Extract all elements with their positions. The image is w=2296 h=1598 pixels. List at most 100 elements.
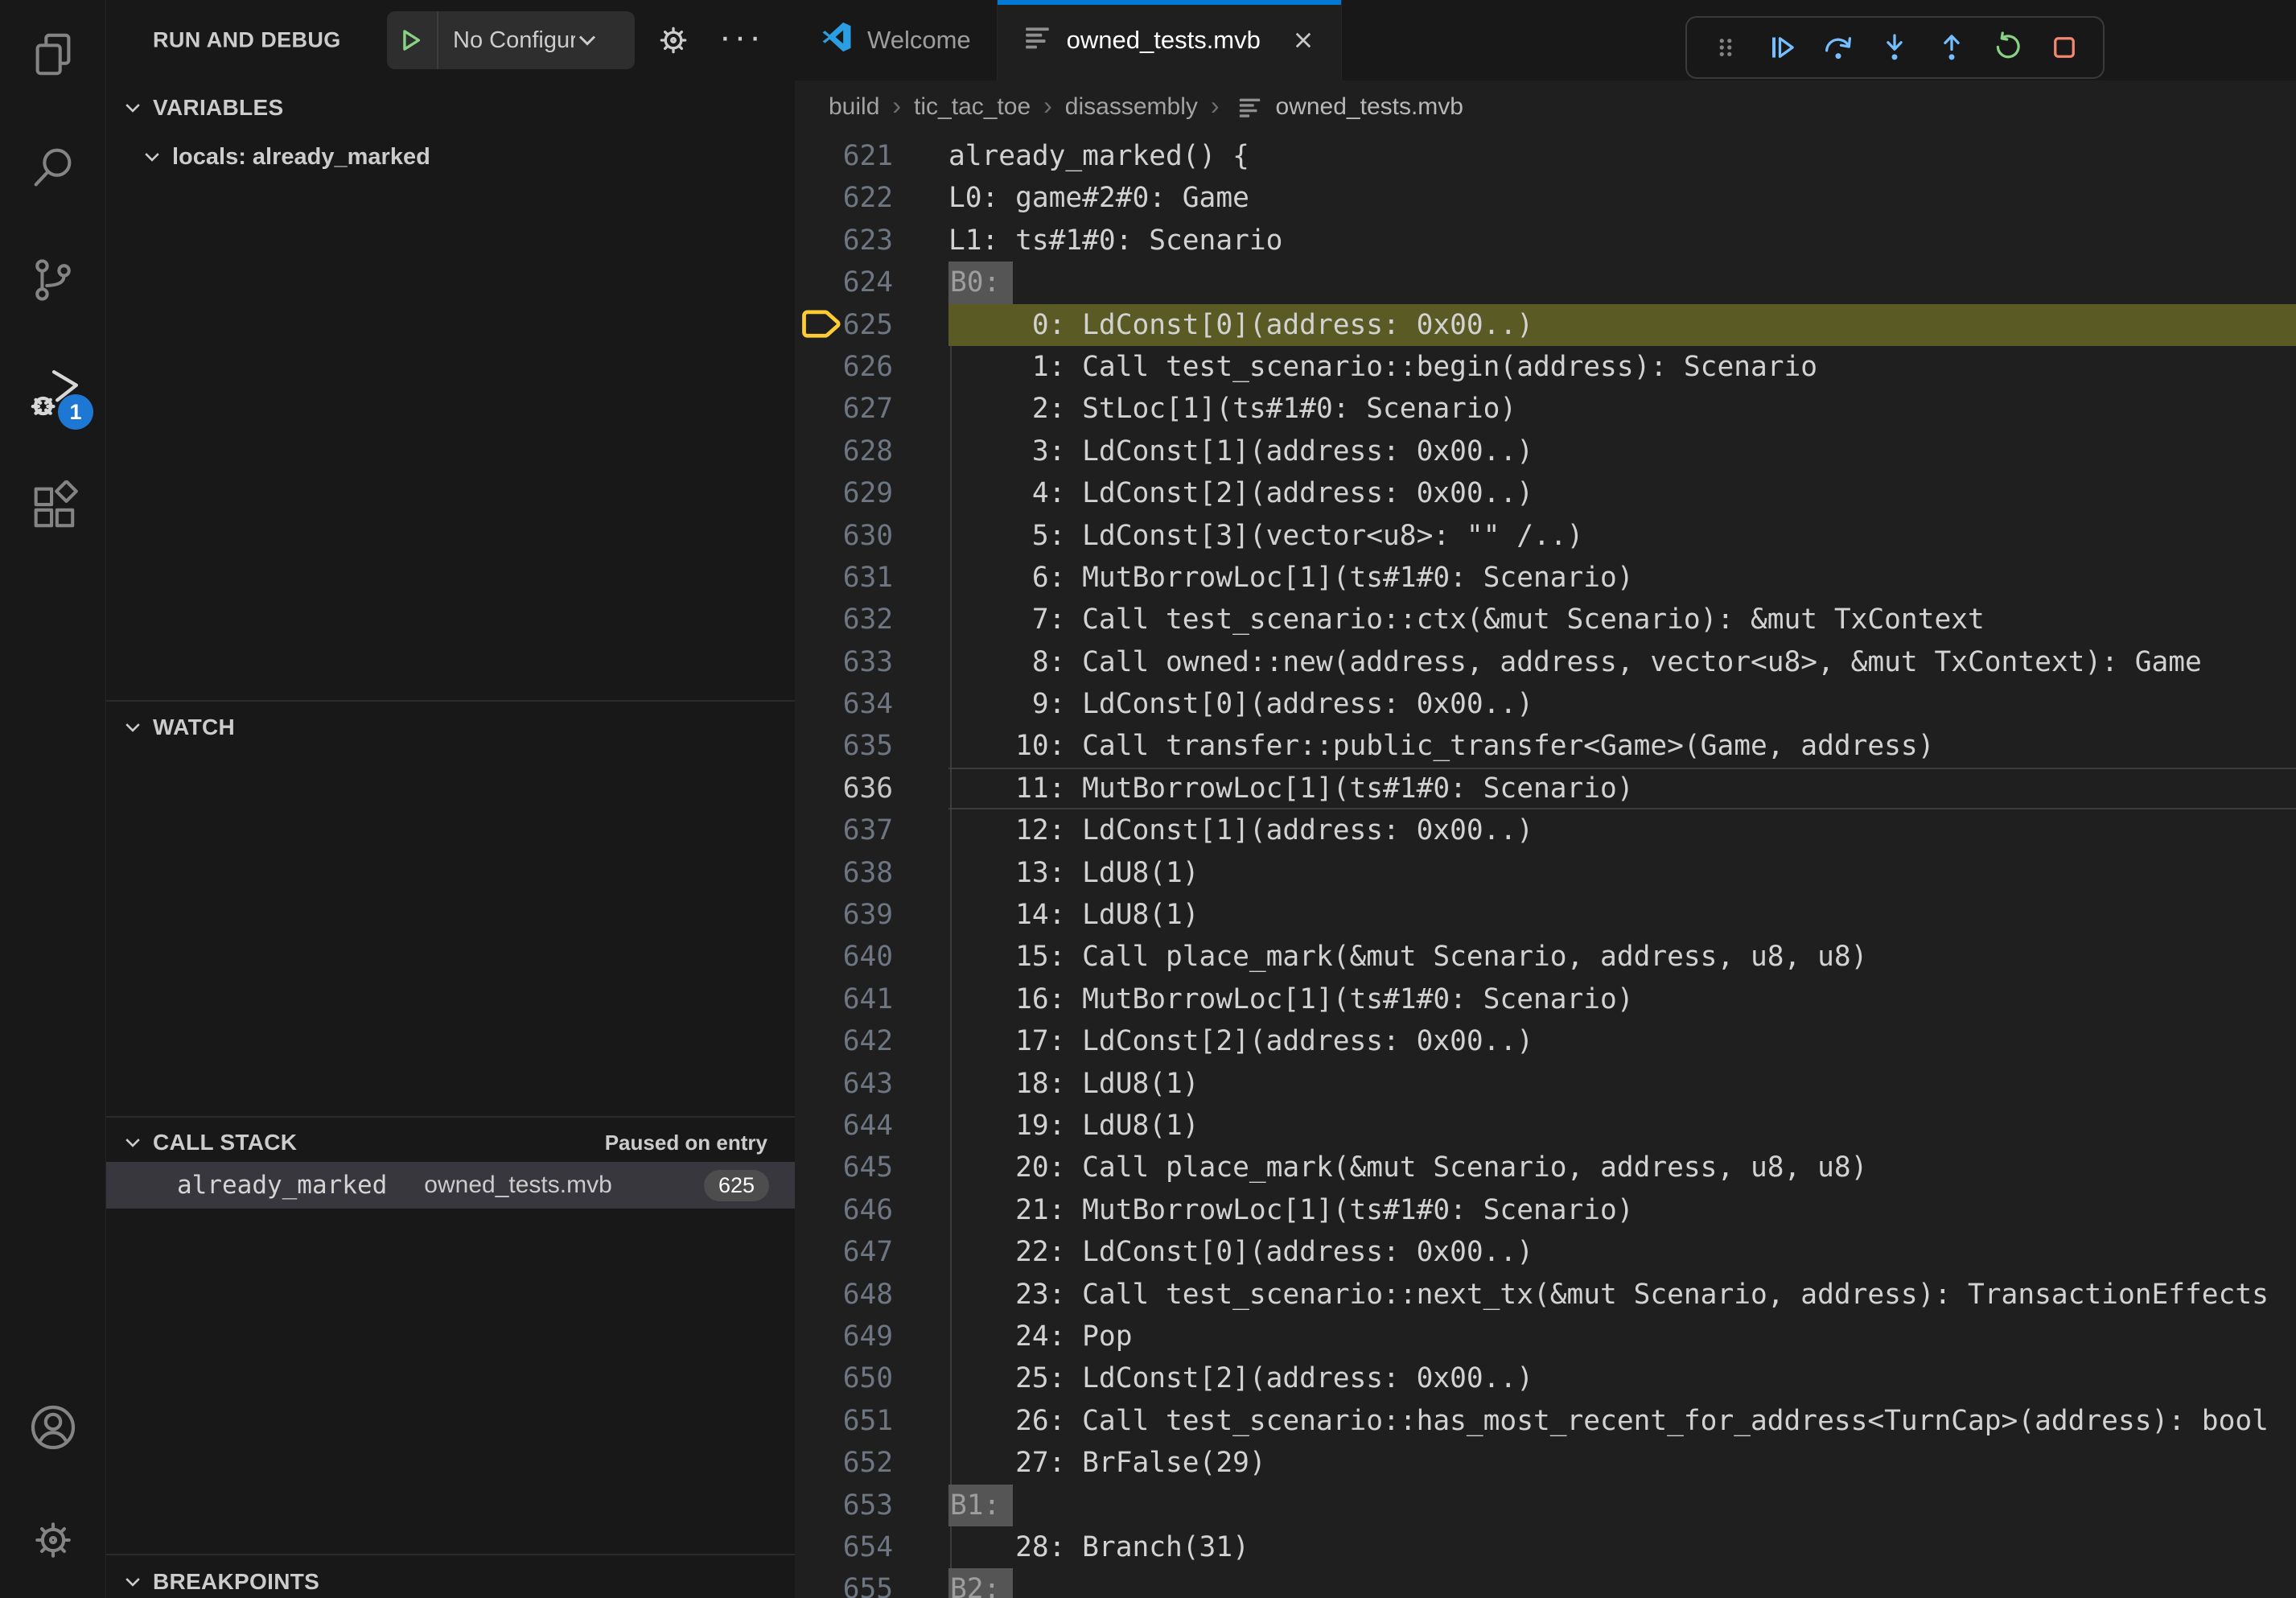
- gutter[interactable]: 651: [795, 1400, 948, 1442]
- gutter[interactable]: 634: [795, 683, 948, 725]
- sidebar-item-source-control[interactable]: [0, 225, 106, 338]
- tab-owned-tests[interactable]: owned_tests.mvb: [998, 0, 1342, 80]
- code-text[interactable]: 7: Call test_scenario::ctx(&mut Scenario…: [948, 599, 2296, 640]
- code-line[interactable]: 630 5: LdConst[3](vector<u8>: "" /..): [795, 515, 2296, 557]
- start-debug-button[interactable]: [387, 28, 437, 52]
- code-text[interactable]: 5: LdConst[3](vector<u8>: "" /..): [948, 515, 2296, 557]
- restart-icon[interactable]: [1982, 22, 2034, 73]
- code-line[interactable]: 625 0: LdConst[0](address: 0x00..): [795, 304, 2296, 346]
- call-stack-frame[interactable]: already_marked owned_tests.mvb 625: [106, 1162, 795, 1209]
- code-text[interactable]: 13: LdU8(1): [948, 852, 2296, 894]
- call-stack-section-header[interactable]: CALL STACK Paused on entry: [106, 1123, 795, 1162]
- gutter[interactable]: 647: [795, 1231, 948, 1273]
- code-text[interactable]: 24: Pop: [948, 1316, 2296, 1357]
- code-line[interactable]: 633 8: Call owned::new(address, address,…: [795, 641, 2296, 683]
- code-line[interactable]: 623L1: ts#1#0: Scenario: [795, 220, 2296, 262]
- gutter[interactable]: 639: [795, 894, 948, 936]
- code-text[interactable]: 3: LdConst[1](address: 0x00..): [948, 430, 2296, 472]
- gutter[interactable]: 625: [795, 304, 948, 346]
- breadcrumb-file[interactable]: owned_tests.mvb: [1276, 93, 1463, 121]
- gutter[interactable]: 630: [795, 515, 948, 557]
- code-line[interactable]: 638 13: LdU8(1): [795, 852, 2296, 894]
- gutter[interactable]: 645: [795, 1147, 948, 1188]
- gutter[interactable]: 638: [795, 852, 948, 894]
- code-text[interactable]: already_marked() {: [948, 135, 2296, 177]
- gutter[interactable]: 650: [795, 1357, 948, 1399]
- code-text[interactable]: 14: LdU8(1): [948, 894, 2296, 936]
- code-line[interactable]: 628 3: LdConst[1](address: 0x00..): [795, 430, 2296, 472]
- code-text[interactable]: 22: LdConst[0](address: 0x00..): [948, 1231, 2296, 1273]
- gutter[interactable]: 623: [795, 220, 948, 262]
- code-text[interactable]: 15: Call place_mark(&mut Scenario, addre…: [948, 936, 2296, 978]
- continue-icon[interactable]: [1756, 22, 1808, 73]
- gutter[interactable]: 641: [795, 978, 948, 1020]
- code-text[interactable]: 0: LdConst[0](address: 0x00..): [948, 304, 2296, 346]
- code-line[interactable]: 643 18: LdU8(1): [795, 1063, 2296, 1105]
- code-line[interactable]: 639 14: LdU8(1): [795, 894, 2296, 936]
- code-line[interactable]: 621already_marked() {: [795, 135, 2296, 177]
- code-line[interactable]: 645 20: Call place_mark(&mut Scenario, a…: [795, 1147, 2296, 1188]
- more-actions-icon[interactable]: ···: [719, 17, 764, 57]
- code-text[interactable]: 27: BrFalse(29): [948, 1442, 2296, 1484]
- code-line[interactable]: 636 11: MutBorrowLoc[1](ts#1#0: Scenario…: [795, 768, 2296, 809]
- code-text[interactable]: 9: LdConst[0](address: 0x00..): [948, 683, 2296, 725]
- code-text[interactable]: 16: MutBorrowLoc[1](ts#1#0: Scenario): [948, 978, 2296, 1020]
- code-line[interactable]: 648 23: Call test_scenario::next_tx(&mut…: [795, 1274, 2296, 1316]
- gutter[interactable]: 627: [795, 388, 948, 430]
- step-over-icon[interactable]: [1813, 22, 1864, 73]
- code-text[interactable]: 2: StLoc[1](ts#1#0: Scenario): [948, 388, 2296, 430]
- gutter[interactable]: 644: [795, 1105, 948, 1147]
- code-editor[interactable]: 621already_marked() {622L0: game#2#0: Ga…: [795, 134, 2296, 1598]
- code-text[interactable]: L1: ts#1#0: Scenario: [948, 220, 2296, 262]
- close-icon[interactable]: [1291, 28, 1315, 52]
- code-text[interactable]: 25: LdConst[2](address: 0x00..): [948, 1357, 2296, 1399]
- variables-section-header[interactable]: VARIABLES: [106, 89, 795, 127]
- gutter[interactable]: 649: [795, 1316, 948, 1357]
- account-button[interactable]: [0, 1373, 106, 1485]
- tab-welcome[interactable]: Welcome: [795, 0, 998, 80]
- step-into-icon[interactable]: [1869, 22, 1920, 73]
- breadcrumb-item[interactable]: disassembly: [1065, 93, 1198, 121]
- code-line[interactable]: 641 16: MutBorrowLoc[1](ts#1#0: Scenario…: [795, 978, 2296, 1020]
- code-text[interactable]: 12: LdConst[1](address: 0x00..): [948, 809, 2296, 851]
- config-dropdown[interactable]: No Configura: [438, 27, 575, 54]
- code-line[interactable]: 647 22: LdConst[0](address: 0x00..): [795, 1231, 2296, 1273]
- gutter[interactable]: 621: [795, 135, 948, 177]
- gutter[interactable]: 654: [795, 1526, 948, 1568]
- code-text[interactable]: 6: MutBorrowLoc[1](ts#1#0: Scenario): [948, 557, 2296, 599]
- code-line[interactable]: 655B2:: [795, 1568, 2296, 1598]
- code-text[interactable]: B0:: [948, 262, 2296, 303]
- sidebar-item-run-and-debug[interactable]: 1: [0, 338, 106, 451]
- gutter[interactable]: 652: [795, 1442, 948, 1484]
- code-line[interactable]: 654 28: Branch(31): [795, 1526, 2296, 1568]
- code-text[interactable]: 17: LdConst[2](address: 0x00..): [948, 1020, 2296, 1062]
- step-out-icon[interactable]: [1926, 22, 1977, 73]
- gutter[interactable]: 624: [795, 262, 948, 303]
- gutter[interactable]: 655: [795, 1568, 948, 1598]
- gutter[interactable]: 635: [795, 725, 948, 767]
- gutter[interactable]: 643: [795, 1063, 948, 1105]
- code-line[interactable]: 631 6: MutBorrowLoc[1](ts#1#0: Scenario): [795, 557, 2296, 599]
- variables-scope-locals[interactable]: locals: already_marked: [106, 135, 795, 179]
- gutter[interactable]: 653: [795, 1485, 948, 1526]
- code-text[interactable]: L0: game#2#0: Game: [948, 177, 2296, 219]
- debug-settings-gear-icon[interactable]: [655, 22, 692, 59]
- gutter[interactable]: 646: [795, 1189, 948, 1231]
- code-text[interactable]: 26: Call test_scenario::has_most_recent_…: [948, 1400, 2296, 1442]
- gutter[interactable]: 632: [795, 599, 948, 640]
- gutter[interactable]: 626: [795, 346, 948, 388]
- watch-section-header[interactable]: WATCH: [106, 708, 795, 747]
- code-text[interactable]: 19: LdU8(1): [948, 1105, 2296, 1147]
- code-text[interactable]: 10: Call transfer::public_transfer<Game>…: [948, 725, 2296, 767]
- settings-button[interactable]: [0, 1485, 106, 1598]
- gutter[interactable]: 631: [795, 557, 948, 599]
- code-line[interactable]: 653B1:: [795, 1485, 2296, 1526]
- code-line[interactable]: 640 15: Call place_mark(&mut Scenario, a…: [795, 936, 2296, 978]
- gutter[interactable]: 642: [795, 1020, 948, 1062]
- code-line[interactable]: 626 1: Call test_scenario::begin(address…: [795, 346, 2296, 388]
- code-line[interactable]: 649 24: Pop: [795, 1316, 2296, 1357]
- code-text[interactable]: 1: Call test_scenario::begin(address): S…: [948, 346, 2296, 388]
- code-line[interactable]: 642 17: LdConst[2](address: 0x00..): [795, 1020, 2296, 1062]
- code-text[interactable]: 21: MutBorrowLoc[1](ts#1#0: Scenario): [948, 1189, 2296, 1231]
- breakpoints-section-header[interactable]: BREAKPOINTS: [106, 1563, 795, 1598]
